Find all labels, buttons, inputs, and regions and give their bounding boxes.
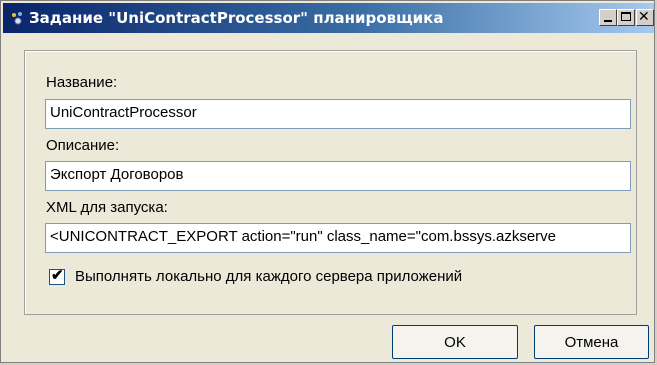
scheduler-icon: [10, 10, 26, 26]
checkmark-icon: ✔: [51, 267, 64, 284]
ok-button[interactable]: OK: [392, 325, 518, 359]
local-checkbox-label[interactable]: Выполнять локально для каждого сервера п…: [75, 268, 462, 285]
minimize-button[interactable]: [599, 9, 617, 26]
local-checkbox[interactable]: ✔: [49, 267, 65, 285]
minimize-icon: [604, 20, 612, 22]
close-button[interactable]: ✕: [636, 9, 654, 26]
maximize-icon: [621, 12, 631, 21]
window-title: Задание "UniContractProcessor" планировщ…: [29, 9, 444, 27]
title-bar[interactable]: Задание "UniContractProcessor" планировщ…: [3, 3, 654, 33]
name-field[interactable]: UniContractProcessor: [45, 99, 631, 129]
close-icon: ✕: [638, 9, 650, 25]
xml-field[interactable]: <UNICONTRACT_EXPORT action="run" class_n…: [45, 223, 631, 253]
scheduler-task-dialog: Задание "UniContractProcessor" планировщ…: [0, 0, 655, 363]
description-field[interactable]: Экспорт Договоров: [45, 161, 631, 191]
cancel-button[interactable]: Отмена: [534, 325, 649, 359]
maximize-button[interactable]: [617, 9, 635, 26]
description-label: Описание:: [46, 137, 120, 154]
xml-label: XML для запуска:: [46, 199, 168, 216]
name-label: Название:: [46, 74, 118, 91]
